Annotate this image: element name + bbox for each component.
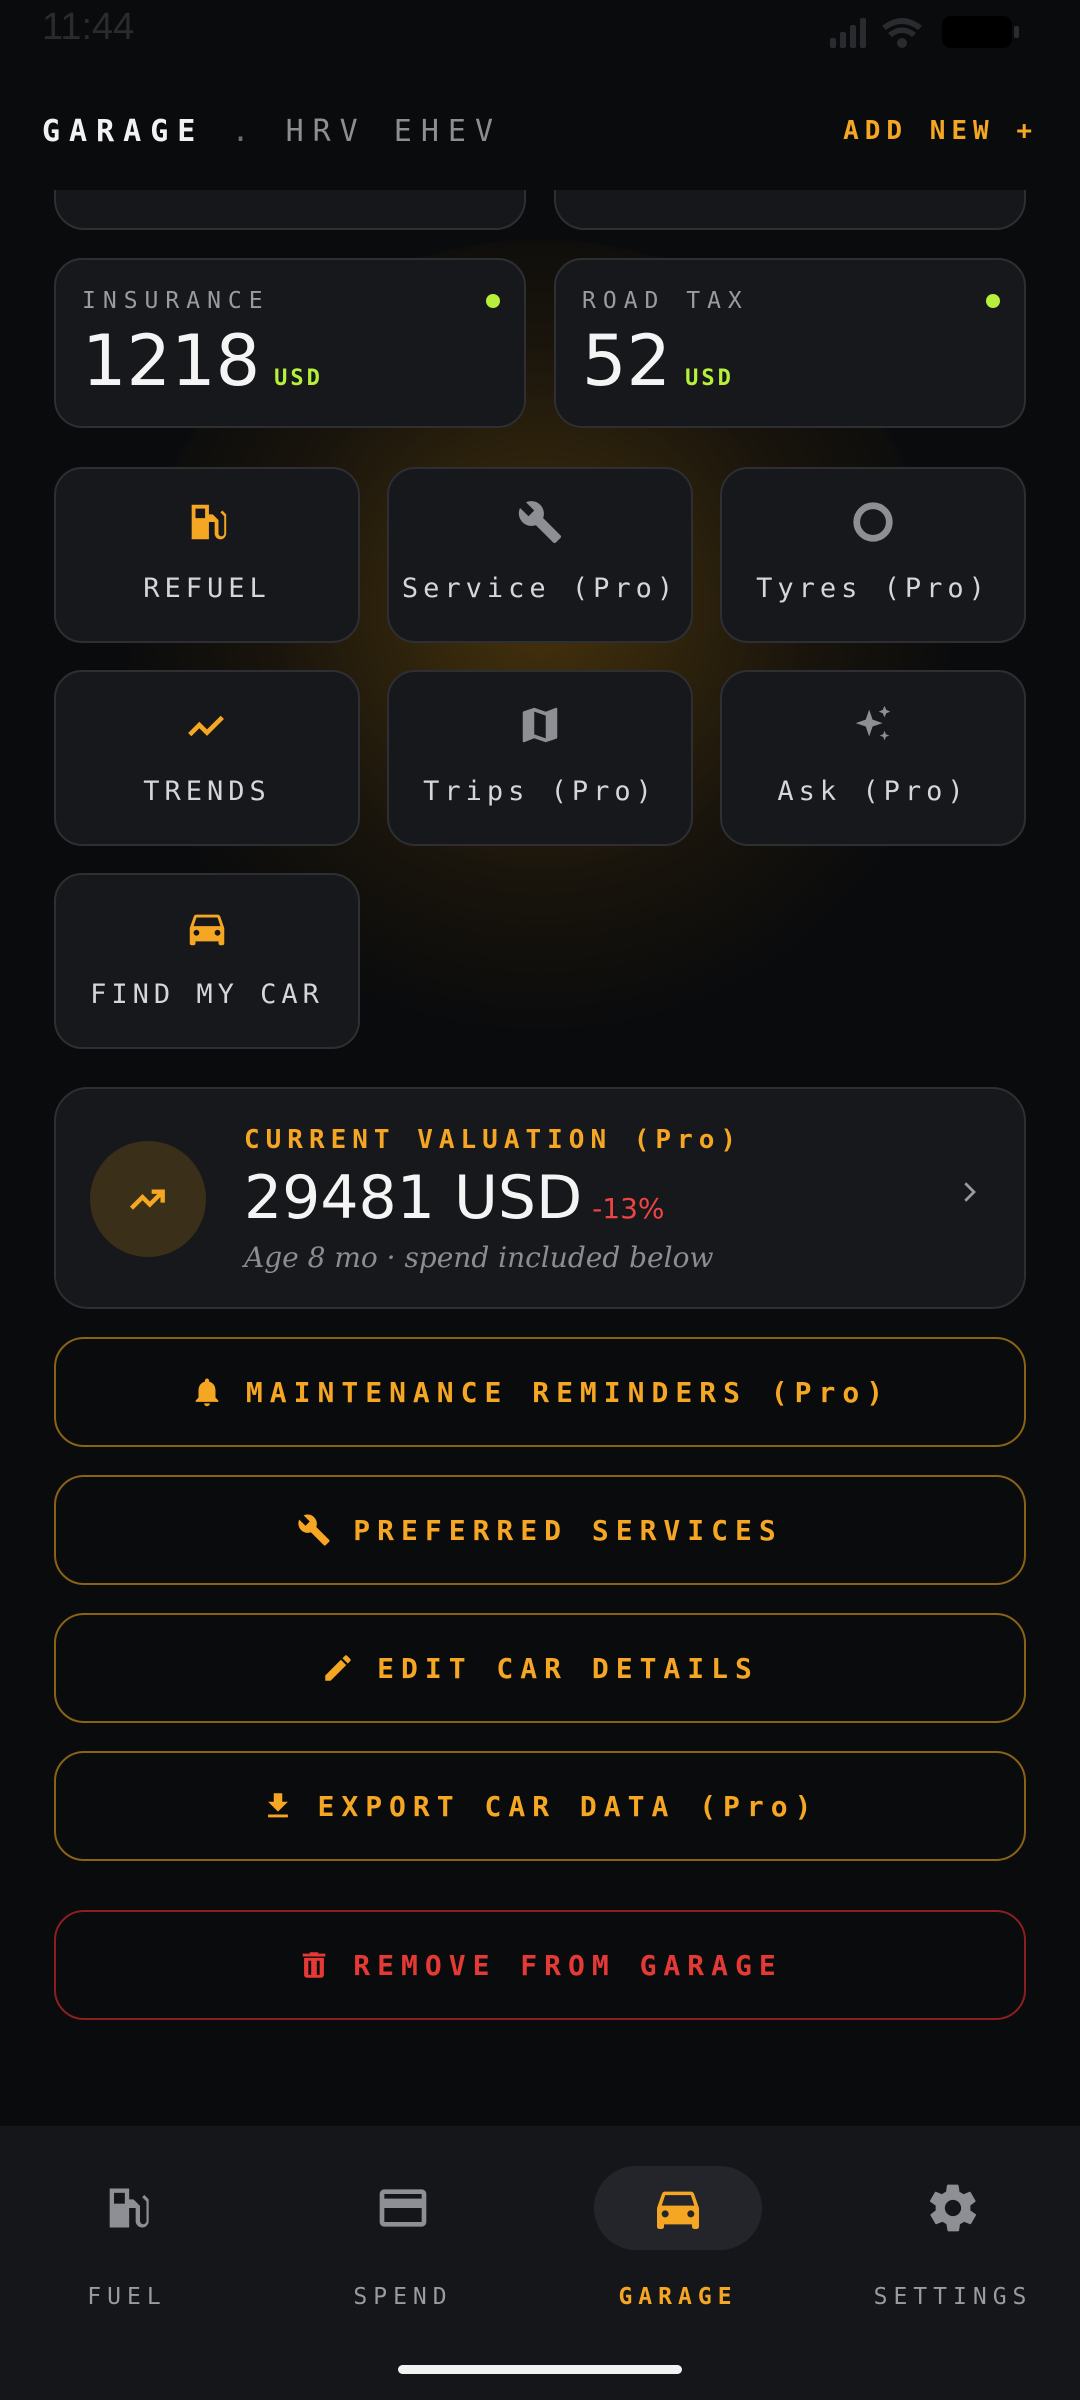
scrolled-card-stub — [554, 190, 1026, 230]
road-tax-label: ROAD TAX — [582, 288, 749, 314]
wifi-icon — [882, 18, 922, 48]
preferred-services-button[interactable]: PREFERRED SERVICES — [54, 1475, 1026, 1585]
tile-trends[interactable]: TRENDS — [54, 670, 360, 846]
nav-label: SETTINGS — [873, 2284, 1033, 2310]
tile-refuel[interactable]: REFUEL — [54, 467, 360, 643]
tile-ask[interactable]: Ask (Pro) — [720, 670, 1026, 846]
insurance-unit: USD — [274, 366, 323, 391]
nav-item-fuel[interactable]: FUEL — [27, 2166, 227, 2326]
fuel-pump-icon — [43, 2166, 211, 2250]
valuation-card[interactable]: CURRENT VALUATION (Pro) 29481 USD -13% Ag… — [54, 1087, 1026, 1309]
car-icon — [56, 905, 358, 955]
scrolled-card-stub — [54, 190, 526, 230]
valuation-label: CURRENT VALUATION (Pro) — [244, 1125, 743, 1155]
title-text: GARAGE — [42, 114, 205, 149]
status-time: 11:44 — [42, 6, 135, 48]
top-bar: GARAGE . HRV EHEV ADD NEW + — [0, 100, 1080, 164]
tile-label: Trips (Pro) — [423, 776, 657, 807]
page-title: GARAGE . HRV EHEV — [42, 114, 502, 149]
nav-label: FUEL — [87, 2284, 167, 2310]
map-icon — [389, 702, 691, 752]
status-dot — [986, 294, 1000, 308]
button-label: MAINTENANCE REMINDERS (Pro) — [245, 1375, 891, 1409]
valuation-change: -13% — [592, 1192, 665, 1225]
trash-icon — [297, 1948, 331, 1982]
insurance-card[interactable]: INSURANCE 1218 USD — [54, 258, 526, 428]
tile-label: Ask (Pro) — [777, 776, 969, 807]
export-car-data-button[interactable]: EXPORT CAR DATA (Pro) — [54, 1751, 1026, 1861]
tyre-ring-icon — [722, 499, 1024, 549]
tile-label: FIND MY CAR — [90, 979, 324, 1010]
valuation-value: 29481 USD — [244, 1163, 583, 1233]
bell-icon — [190, 1375, 224, 1409]
trend-line-icon — [56, 702, 358, 752]
remove-from-garage-button[interactable]: REMOVE FROM GARAGE — [54, 1910, 1026, 2020]
valuation-amount: 29481 USD -13% — [244, 1163, 665, 1233]
button-label: EDIT CAR DETAILS — [377, 1651, 759, 1685]
road-tax-unit: USD — [685, 366, 734, 391]
insurance-value: 1218 USD — [82, 320, 323, 402]
car-icon — [594, 2166, 762, 2250]
valuation-subtitle: Age 8 mo · spend included below — [244, 1241, 714, 1274]
add-new-button[interactable]: ADD NEW + — [843, 116, 1038, 146]
tile-service[interactable]: Service (Pro) — [387, 467, 693, 643]
nav-label: SPEND — [353, 2284, 453, 2310]
title-separator: . — [231, 114, 259, 149]
tile-trips[interactable]: Trips (Pro) — [387, 670, 693, 846]
tile-label: Service (Pro) — [401, 573, 679, 604]
insurance-amount: 1218 — [82, 320, 261, 402]
button-label: EXPORT CAR DATA (Pro) — [317, 1789, 819, 1823]
tile-label: Tyres (Pro) — [756, 573, 990, 604]
status-dot — [486, 294, 500, 308]
credit-card-icon — [319, 2166, 487, 2250]
nav-item-spend[interactable]: SPEND — [303, 2166, 503, 2326]
nav-item-garage[interactable]: GARAGE — [578, 2166, 778, 2326]
valuation-icon-badge — [90, 1141, 206, 1257]
road-tax-amount: 52 — [582, 320, 672, 402]
tile-label: TRENDS — [143, 776, 271, 807]
status-icons — [830, 12, 1030, 56]
wrench-icon — [297, 1513, 331, 1547]
chevron-right-icon — [954, 1177, 984, 1211]
road-tax-card[interactable]: ROAD TAX 52 USD — [554, 258, 1026, 428]
nav-label: GARAGE — [618, 2284, 738, 2310]
sparkle-icon — [722, 702, 1024, 752]
car-name: HRV EHEV — [285, 114, 503, 149]
nav-item-settings[interactable]: SETTINGS — [853, 2166, 1053, 2326]
tile-tyres[interactable]: Tyres (Pro) — [720, 467, 1026, 643]
pencil-icon — [321, 1651, 355, 1685]
home-indicator[interactable] — [398, 2365, 682, 2374]
wrench-icon — [389, 499, 691, 549]
gear-icon — [869, 2166, 1037, 2250]
fuel-pump-icon — [56, 499, 358, 549]
edit-car-details-button[interactable]: EDIT CAR DETAILS — [54, 1613, 1026, 1723]
signal-icon — [830, 18, 866, 48]
trending-up-icon — [129, 1189, 165, 1210]
download-icon — [261, 1789, 295, 1823]
tile-find-my-car[interactable]: FIND MY CAR — [54, 873, 360, 1049]
status-bar: 11:44 — [0, 0, 1080, 60]
battery-icon — [942, 16, 1019, 48]
button-label: PREFERRED SERVICES — [353, 1513, 783, 1547]
tile-label: REFUEL — [143, 573, 271, 604]
button-label: REMOVE FROM GARAGE — [353, 1948, 783, 1982]
maintenance-reminders-button[interactable]: MAINTENANCE REMINDERS (Pro) — [54, 1337, 1026, 1447]
road-tax-value: 52 USD — [582, 320, 734, 402]
bottom-navigation: FUEL SPEND GARAGE SETTINGS — [0, 2126, 1080, 2400]
insurance-label: INSURANCE — [82, 288, 270, 314]
